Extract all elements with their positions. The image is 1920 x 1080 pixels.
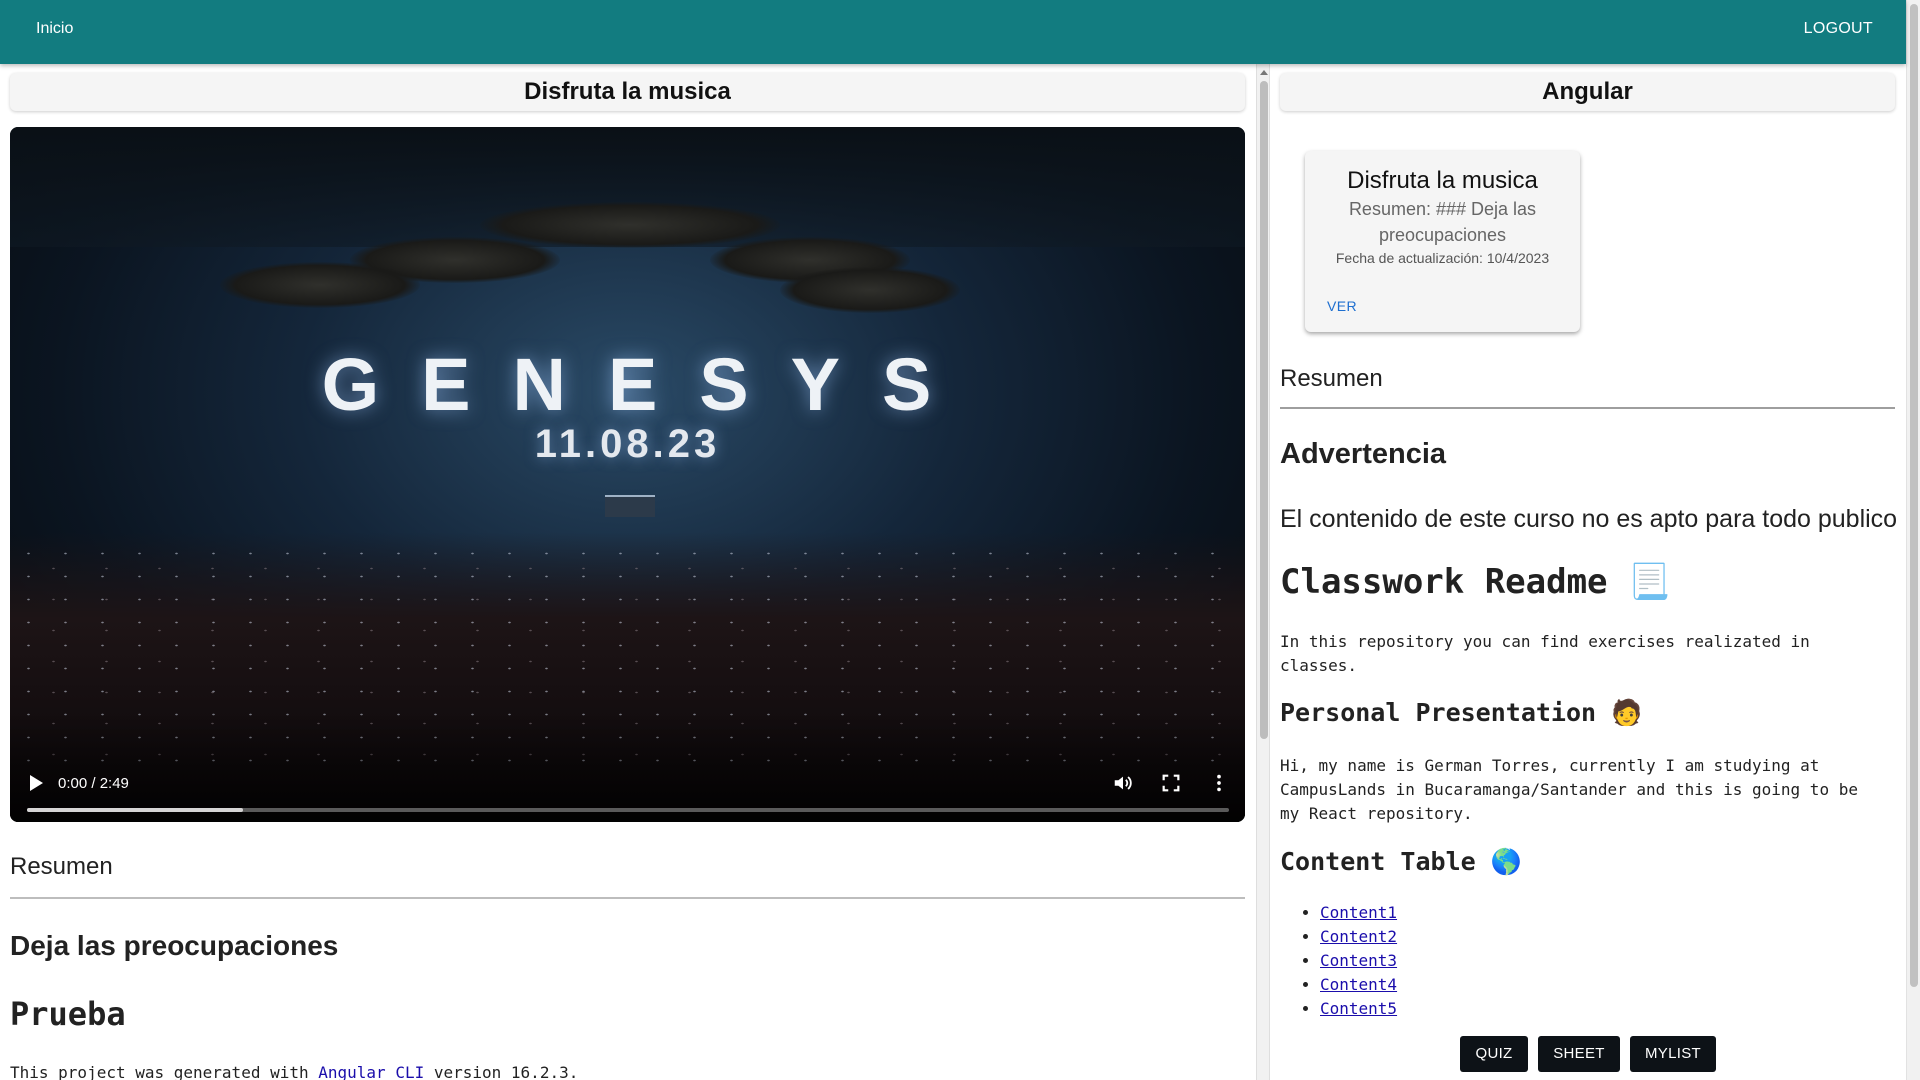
globe-emoji-icon: 🌎: [1490, 847, 1522, 876]
course-panel: Angular Disfruta la musica Resumen: ### …: [1270, 64, 1906, 1080]
video-controls: 0:00 / 2:49: [10, 752, 1245, 822]
course-panel-title: Angular: [1280, 73, 1895, 111]
summary-label: Resumen: [10, 853, 113, 880]
video-panel-title: Disfruta la musica: [10, 73, 1245, 111]
summary-divider: [10, 897, 1245, 899]
view-button[interactable]: VER: [1327, 298, 1357, 314]
classwork-readme-title: Classwork Readme: [1280, 562, 1608, 602]
top-app-bar: Inicio LOGOUT: [0, 0, 1906, 64]
content-link[interactable]: Content4: [1320, 975, 1397, 994]
page-scrollbar[interactable]: [1906, 0, 1920, 1080]
video-frame-shape: [220, 262, 420, 308]
scroll-up-arrow-icon[interactable]: [1260, 70, 1268, 75]
video-player[interactable]: GENESYS 11.08.23 0:00 / 2:49: [10, 127, 1245, 822]
volume-icon[interactable]: [1112, 772, 1134, 794]
presentation-text: Hi, my name is German Torres, currently …: [1280, 756, 1858, 823]
page-scrollbar-thumb[interactable]: [1910, 4, 1918, 987]
video-overlay-title: GENESYS: [321, 343, 974, 426]
video-frame-stage: [605, 495, 655, 517]
video-buffered-bar: [27, 808, 244, 812]
video-time: 0:00 / 2:49: [58, 775, 129, 792]
list-item: Content3: [1320, 949, 1397, 973]
readme-intro: This project was generated with Angular …: [10, 1063, 578, 1080]
content-table-heading: Content Table 🌎: [1280, 847, 1522, 877]
summary-divider: [1280, 407, 1895, 409]
home-link[interactable]: Inicio: [36, 20, 73, 38]
list-item: Content4: [1320, 973, 1397, 997]
video-panel: Disfruta la musica GENESYS 11.08.23 0:00…: [0, 64, 1256, 1080]
personal-presentation-heading: Personal Presentation 🧑: [1280, 698, 1642, 728]
content-link[interactable]: Content2: [1320, 927, 1397, 946]
play-icon[interactable]: [28, 774, 44, 792]
page-emoji-icon: 📃: [1628, 562, 1671, 602]
card-summary: Resumen: ### Deja las preocupaciones: [1348, 199, 1537, 245]
video-frame-shape: [480, 202, 780, 248]
quiz-button[interactable]: QUIZ: [1460, 1036, 1528, 1072]
readme-intro-text: This project was generated with: [10, 1063, 319, 1080]
summary-label: Resumen: [1280, 365, 1383, 392]
content-table-title: Content Table: [1280, 847, 1476, 876]
content-link[interactable]: Content1: [1320, 903, 1397, 922]
card-title: Disfruta la musica: [1347, 167, 1538, 194]
video-overlay-date: 11.08.23: [534, 422, 721, 466]
video-progress-bar[interactable]: [27, 808, 1229, 812]
video-card: Disfruta la musica Resumen: ### Deja las…: [1305, 151, 1580, 332]
sheet-button[interactable]: SHEET: [1538, 1036, 1620, 1072]
classwork-readme-heading: Classwork Readme 📃: [1280, 562, 1670, 602]
list-item: Content1: [1320, 901, 1397, 925]
person-emoji-icon: 🧑: [1611, 698, 1643, 727]
readme-intro-version: version 16.2.3.: [424, 1063, 579, 1080]
more-options-icon[interactable]: [1208, 772, 1230, 794]
mylist-button[interactable]: MYLIST: [1630, 1036, 1716, 1072]
card-updated-date: Fecha de actualización: 10/4/2023: [1335, 250, 1550, 266]
content-link[interactable]: Content3: [1320, 951, 1397, 970]
warning-heading: Advertencia: [1280, 438, 1447, 470]
content-link[interactable]: Content5: [1320, 999, 1397, 1018]
content-table-list: Content1 Content2 Content3 Content4 Cont…: [1320, 901, 1397, 1021]
list-item: Content2: [1320, 925, 1397, 949]
logout-button[interactable]: LOGOUT: [1804, 20, 1873, 38]
list-item: Content5: [1320, 997, 1397, 1021]
warning-text: El contenido de este curso no es apto pa…: [1280, 505, 1898, 533]
scrollbar-thumb[interactable]: [1260, 81, 1268, 739]
personal-presentation-title: Personal Presentation: [1280, 698, 1597, 727]
video-frame-shape: [780, 267, 960, 313]
summary-heading: Deja las preocupaciones: [10, 930, 339, 961]
angular-cli-link[interactable]: Angular CLI: [318, 1063, 424, 1080]
left-panel-scrollbar[interactable]: [1256, 64, 1270, 1080]
readme-title: Prueba: [10, 995, 126, 1033]
fullscreen-icon[interactable]: [1160, 772, 1182, 794]
readme-description: In this repository you can find exercise…: [1280, 632, 1810, 675]
